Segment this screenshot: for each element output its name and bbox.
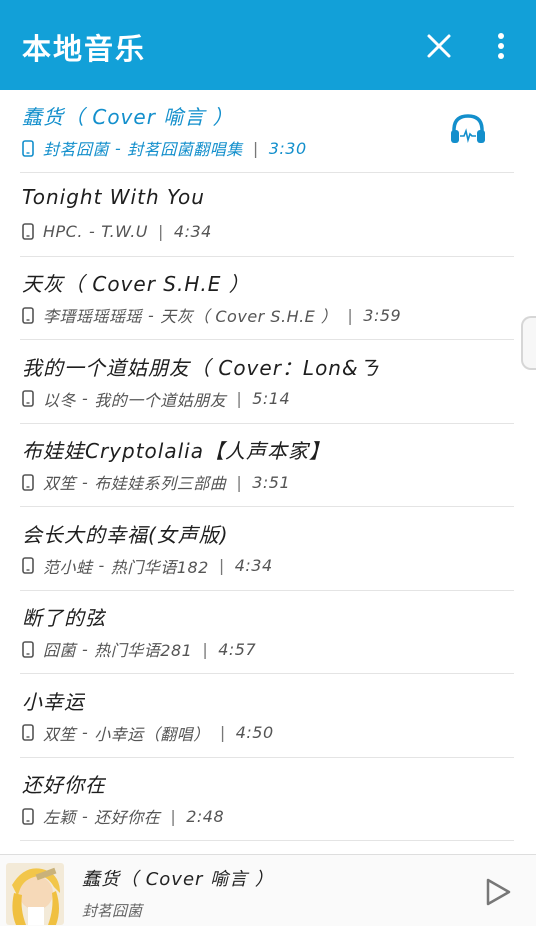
song-title: 断了的弦 <box>22 606 106 630</box>
song-list[interactable]: 蠢货（ Cover 喻言 ）封茗囧菌 - 封茗囧菌翻唱集 | 3:30 Tonight W… <box>0 90 536 852</box>
song-row[interactable]: 蠢货（ Cover 喻言 ） 封茗囧菌 - 封茗囧菌翻唱集 | 3:30 <box>20 90 514 173</box>
meta-dash: - <box>82 472 89 492</box>
song-row[interactable]: 天灰（ Cover S.H.E ）李瑨瑶瑶瑶瑶 - 天灰（ Cover S.H.E … <box>20 257 514 340</box>
song-artist: 囧菌 <box>43 641 77 660</box>
song-duration: 4:34 <box>234 556 273 575</box>
song-row[interactable]: 我的一个道姑朋友（ Cover：Lon&ㄋ以冬 - 我的一个道姑朋友 | 5:14 <box>20 341 514 424</box>
song-row[interactable]: Tonight With You HPC. - T.W.U | 4:34 <box>20 174 514 257</box>
song-title: 布娃娃Cryptolalia【人声本家】 <box>22 439 330 463</box>
phone-icon <box>22 557 34 574</box>
phone-icon <box>22 390 34 407</box>
song-duration: 3:30 <box>268 138 307 158</box>
song-duration: 4:57 <box>218 639 257 659</box>
song-duration: 5:14 <box>252 389 291 408</box>
meta-separator: | <box>218 556 225 575</box>
song-album: 热门华语182 <box>110 557 209 577</box>
now-playing-artist: 封茗囧菌 <box>82 902 143 920</box>
song-meta: 囧菌 - 热门华语281 | 4:57 <box>22 638 256 660</box>
song-title: 蠢货（ Cover 喻言 ） <box>22 105 234 129</box>
song-artist: 双笙 <box>43 724 77 744</box>
more-vertical-icon[interactable] <box>490 32 512 60</box>
fast-scroll-handle[interactable] <box>521 316 536 370</box>
song-title: 小幸运 <box>22 689 85 714</box>
phone-icon <box>22 807 34 825</box>
meta-dash: - <box>98 556 105 575</box>
meta-dash: - <box>82 806 89 826</box>
meta-dash: - <box>82 723 89 742</box>
meta-separator: | <box>252 138 259 158</box>
song-row[interactable]: 断了的弦囧菌 - 热门华语281 | 4:57 <box>20 591 514 674</box>
meta-dash: - <box>82 389 89 408</box>
meta-dash: - <box>88 222 96 241</box>
now-playing-title: 蠢货（ Cover 喻言 ） <box>82 869 274 890</box>
meta-separator: | <box>219 723 226 742</box>
song-album: T.W.U <box>101 222 148 241</box>
song-row[interactable]: 布娃娃Cryptolalia【人声本家】双笙 - 布娃娃系列三部曲 | 3:51 <box>20 424 514 507</box>
meta-separator: | <box>202 639 209 659</box>
song-artist: 双笙 <box>43 474 77 493</box>
song-album: 还好你在 <box>94 808 161 827</box>
headphones-icon <box>451 114 485 143</box>
song-duration: 4:50 <box>235 723 274 742</box>
phone-icon <box>22 724 34 741</box>
song-artist: HPC. <box>43 222 83 241</box>
song-album: 封茗囧菌翻唱集 <box>127 140 243 159</box>
song-album: 我的一个道姑朋友 <box>94 390 227 410</box>
song-meta: 双笙 - 小幸运（翻唱） | 4:50 <box>22 722 274 744</box>
meta-dash: - <box>82 639 89 659</box>
song-artist: 李瑨瑶瑶瑶瑶 <box>43 307 143 326</box>
song-meta: 左颖 - 还好你在 | 2:48 <box>22 805 224 827</box>
meta-dash: - <box>115 138 122 158</box>
song-title: 天灰（ Cover S.H.E ） <box>22 272 250 296</box>
close-icon[interactable] <box>426 33 452 59</box>
meta-separator: | <box>236 389 243 408</box>
phone-icon <box>22 223 34 240</box>
song-row[interactable]: 小幸运双笙 - 小幸运（翻唱） | 4:50 <box>20 675 514 758</box>
phone-icon <box>22 640 34 658</box>
song-artist: 左颖 <box>43 808 77 827</box>
meta-separator: | <box>170 806 177 826</box>
phone-icon <box>22 139 34 157</box>
meta-separator: | <box>236 472 243 492</box>
meta-separator: | <box>158 222 164 241</box>
play-icon[interactable] <box>484 877 512 907</box>
meta-separator: | <box>347 305 354 325</box>
song-meta: 以冬 - 我的一个道姑朋友 | 5:14 <box>22 388 290 410</box>
song-duration: 4:34 <box>173 222 212 241</box>
song-artist: 封茗囧菌 <box>43 140 110 159</box>
song-artist: 范小蛙 <box>43 557 93 577</box>
song-artist: 以冬 <box>43 390 77 410</box>
song-album: 热门华语281 <box>94 641 193 660</box>
phone-icon <box>22 306 34 324</box>
song-duration: 3:51 <box>252 472 291 492</box>
song-row[interactable]: 会长大的幸福(女声版) 范小蛙 - 热门华语182 | 4:34 <box>20 508 514 591</box>
song-album: 小幸运（翻唱） <box>94 724 210 744</box>
song-duration: 2:48 <box>186 806 225 826</box>
page-title: 本地音乐 <box>22 32 147 66</box>
song-title: Tonight With You <box>22 184 205 209</box>
meta-dash: - <box>148 305 155 325</box>
song-meta: 范小蛙 - 热门华语182 | 4:34 <box>22 555 273 577</box>
song-meta: 双笙 - 布娃娃系列三部曲 | 3:51 <box>22 471 290 493</box>
song-duration: 3:59 <box>363 305 402 325</box>
phone-icon <box>22 473 34 491</box>
app-bar: 本地音乐 <box>0 0 536 90</box>
song-meta: 封茗囧菌 - 封茗囧菌翻唱集 | 3:30 <box>22 137 307 159</box>
song-title: 会长大的幸福(女声版) <box>22 522 229 547</box>
song-row[interactable]: 还好你在 左颖 - 还好你在 | 2:48 <box>20 758 514 841</box>
song-title: 还好你在 <box>22 773 106 797</box>
song-title: 我的一个道姑朋友（ Cover：Lon&ㄋ <box>22 355 380 380</box>
song-album: 天灰（ Cover S.H.E ） <box>160 307 338 326</box>
song-meta: 李瑨瑶瑶瑶瑶 - 天灰（ Cover S.H.E ） | 3:59 <box>22 304 401 326</box>
song-album: 布娃娃系列三部曲 <box>94 474 227 493</box>
song-meta: HPC. - T.W.U | 4:34 <box>22 221 212 243</box>
now-playing-bar[interactable]: 蠢货（ Cover 喻言 ） 封茗囧菌 <box>0 854 536 926</box>
album-cover[interactable] <box>6 863 64 925</box>
